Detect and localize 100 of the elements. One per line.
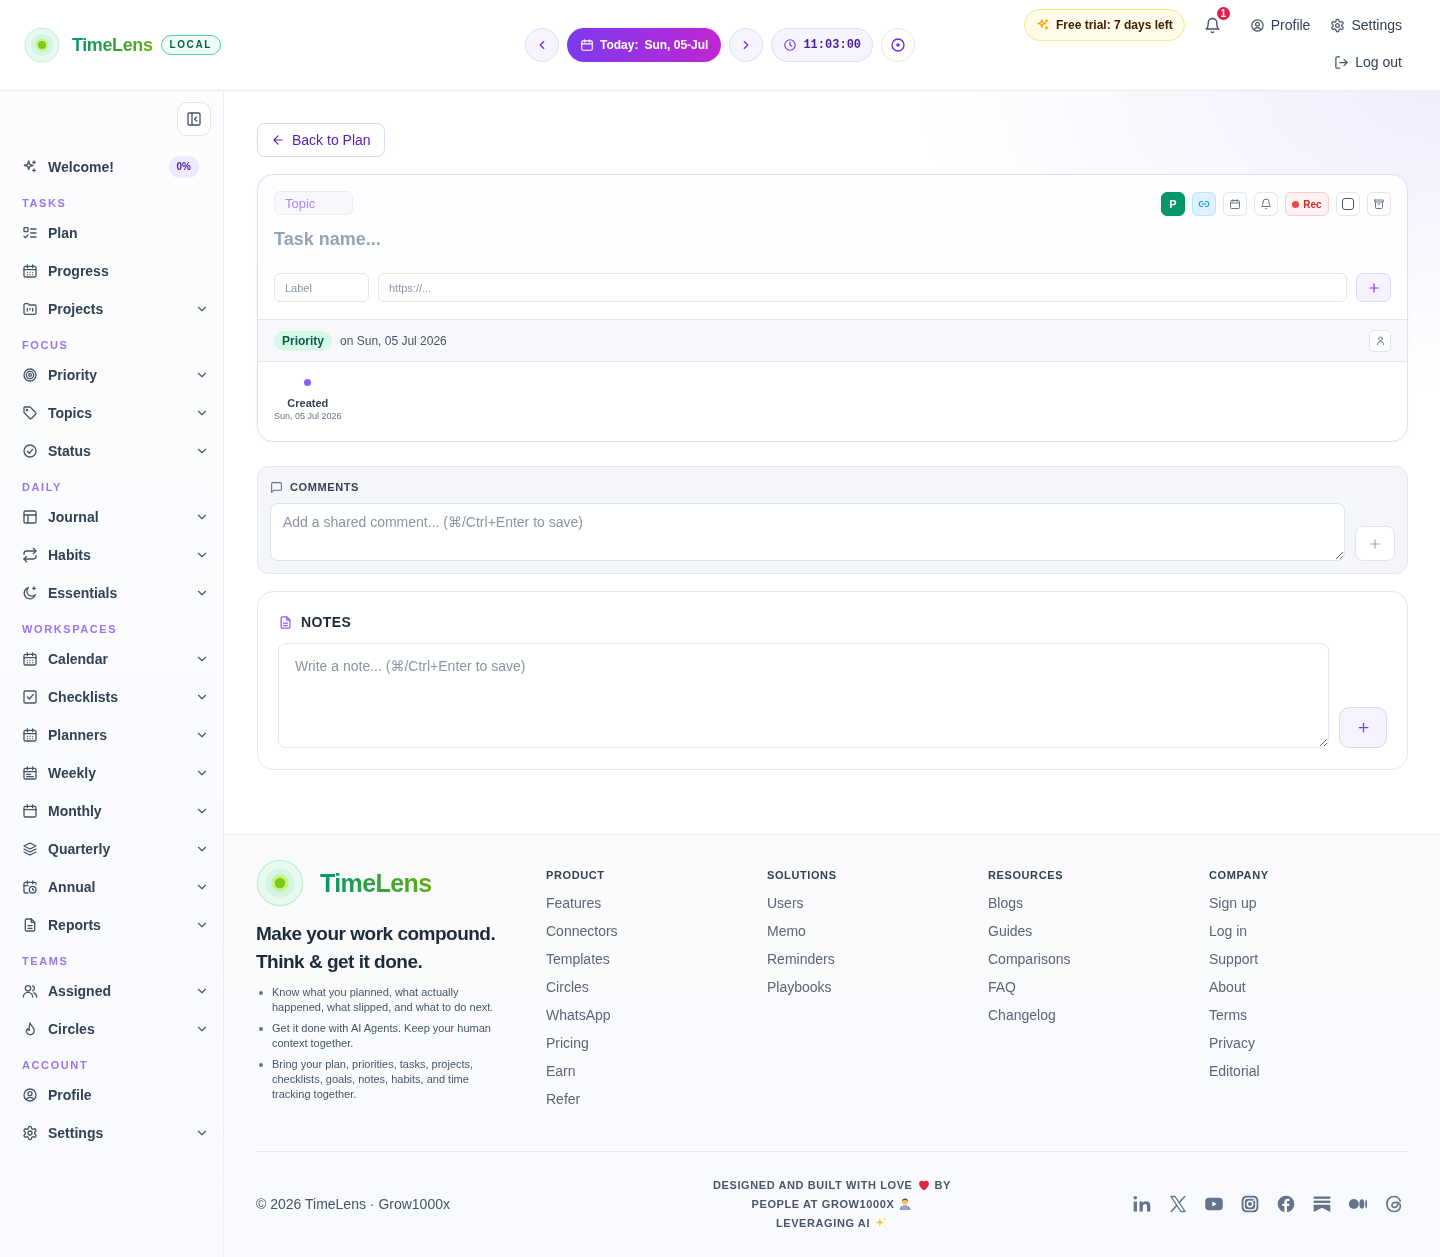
mode-badge: LOCAL	[160, 35, 221, 55]
sidebar-item[interactable]: Topics	[22, 394, 209, 432]
footer-link[interactable]: Connectors	[546, 921, 618, 941]
sidebar-item[interactable]: Quarterly	[22, 830, 209, 868]
footer-link[interactable]: Playbooks	[767, 977, 832, 997]
profile-link[interactable]: Profile	[1246, 13, 1314, 37]
settings-link[interactable]: Settings	[1327, 13, 1405, 37]
sidebar-item[interactable]: Weekly	[22, 754, 209, 792]
tagline: Make your work compound. Think & get it done.	[256, 922, 497, 974]
sidebar-item[interactable]: Projects	[22, 290, 209, 328]
assign-button[interactable]	[1369, 329, 1391, 352]
facebook-icon[interactable]	[1276, 1193, 1296, 1214]
footer-link[interactable]: FAQ	[988, 977, 1016, 997]
footer-link[interactable]: Comparisons	[988, 949, 1071, 969]
task-name-field[interactable]: Task name...	[274, 227, 945, 251]
trial-button[interactable]: Free trial: 7 days left	[1024, 9, 1185, 41]
link-url-field[interactable]: https://...	[378, 273, 1347, 302]
footer-link[interactable]: Privacy	[1209, 1033, 1255, 1053]
footer-link[interactable]: Blogs	[988, 893, 1024, 913]
logout-link[interactable]: Log out	[1331, 50, 1405, 74]
scheduled-date: on Sun, 05 Jul 2026	[340, 333, 447, 348]
back-button[interactable]: Back to Plan	[257, 123, 385, 157]
footer-link[interactable]: WhatsApp	[546, 1005, 611, 1025]
sidebar-item[interactable]: Checklists	[22, 678, 209, 716]
footer-link[interactable]: Changelog	[988, 1005, 1056, 1025]
linkedin-icon[interactable]	[1132, 1193, 1152, 1214]
reminder-button[interactable]	[1254, 192, 1278, 216]
sidebar-item[interactable]: Plan	[22, 214, 209, 252]
sidebar-item[interactable]: Monthly	[22, 792, 209, 830]
date-button[interactable]	[1223, 192, 1247, 216]
timeline-dot-icon	[304, 379, 312, 386]
sidebar-item[interactable]: Status	[22, 432, 209, 470]
bell-icon	[1260, 198, 1272, 210]
today-button[interactable]: Today: Sun, 05-Jul	[566, 28, 722, 62]
sidebar-item[interactable]: Progress	[22, 252, 209, 290]
instagram-icon[interactable]	[1240, 1193, 1260, 1214]
footer-link[interactable]: Features	[546, 893, 602, 913]
progress-badge: 0%	[168, 156, 199, 178]
footer-link[interactable]: Templates	[546, 949, 610, 969]
sidebar-item[interactable]: Priority	[22, 356, 209, 394]
sidebar-item[interactable]: Profile	[22, 1076, 209, 1114]
sidebar-item[interactable]: Planners	[22, 716, 209, 754]
sidebar-item[interactable]: Circles	[22, 1010, 209, 1048]
footer-link[interactable]: Guides	[988, 921, 1033, 941]
calendar-icon	[22, 263, 38, 279]
section-heading: WORKSPACES	[22, 622, 119, 637]
footer-link[interactable]: Sign up	[1209, 893, 1257, 913]
footer-link[interactable]: Reminders	[767, 949, 835, 969]
footer-link[interactable]: Support	[1209, 949, 1259, 969]
calendar-icon	[22, 803, 38, 819]
column-heading: COMPANY	[1209, 868, 1270, 882]
section-heading: DAILY	[22, 480, 63, 495]
focus-button[interactable]	[881, 28, 916, 62]
sidebar-item[interactable]: Calendar	[22, 640, 209, 678]
footer-link[interactable]: About	[1209, 977, 1246, 997]
footer-link[interactable]: Terms	[1209, 1005, 1248, 1025]
collapse-sidebar-button[interactable]	[177, 102, 211, 136]
record-button[interactable]: Rec	[1285, 192, 1329, 216]
sidebar-item[interactable]: Welcome! 0%	[22, 148, 209, 186]
footer-link[interactable]: Users	[767, 893, 804, 913]
note-field[interactable]: Write a note... (⌘/Ctrl+Enter to save)	[278, 643, 1329, 748]
feature-point: Bring your plan, priorities, tasks, projects, checklists, goals, notes, habits, and time tracking together.	[272, 1057, 475, 1102]
feature-point: Know what you planned, what actually happened, what slipped, and what to do next.	[272, 985, 495, 1015]
section-heading: ACCOUNT	[22, 1058, 90, 1073]
clock-button[interactable]: 11:03:00	[771, 28, 874, 62]
footer-link[interactable]: Refer	[546, 1089, 581, 1109]
credit-text: PEOPLE AT GROW1000X	[751, 1197, 895, 1210]
sidebar-item[interactable]: Annual	[22, 868, 209, 906]
logo-icon	[24, 27, 60, 63]
threads-icon[interactable]	[1384, 1193, 1404, 1214]
check-circle-icon	[22, 443, 38, 459]
user-circle-icon	[1249, 17, 1265, 33]
footer-link[interactable]: Circles	[546, 977, 589, 997]
calendar-icon	[22, 765, 38, 781]
comment-icon	[270, 480, 283, 494]
footer-link[interactable]: Memo	[767, 921, 806, 941]
add-link-button[interactable]	[1356, 273, 1391, 302]
sidebar-item[interactable]: Settings	[22, 1114, 209, 1152]
sidebar-item[interactable]: Journal	[22, 498, 209, 536]
archive-button[interactable]	[1367, 192, 1391, 216]
link-button[interactable]	[1192, 192, 1216, 216]
sidebar-item[interactable]: Essentials	[22, 574, 209, 612]
sidebar-item[interactable]: Habits	[22, 536, 209, 574]
sidebar-item[interactable]: Assigned	[22, 972, 209, 1010]
link-label-field[interactable]: Label	[274, 273, 369, 302]
user-icon	[1374, 335, 1386, 346]
clock-icon	[783, 38, 798, 52]
document-icon	[22, 917, 38, 933]
arrow-left-icon	[271, 133, 285, 147]
comment-field[interactable]: Add a shared comment... (⌘/Ctrl+Enter to save)	[270, 503, 1345, 561]
priority-button[interactable]: P	[1161, 192, 1185, 216]
plus-icon	[1355, 720, 1371, 735]
x-icon[interactable]	[1168, 1193, 1188, 1214]
sparkles-icon	[22, 159, 38, 175]
footer-link[interactable]: Log in	[1209, 921, 1248, 941]
footer-link[interactable]: Editorial	[1209, 1061, 1260, 1081]
footer-link[interactable]: Earn	[546, 1061, 576, 1081]
complete-checkbox[interactable]	[1336, 192, 1360, 216]
footer-link[interactable]: Pricing	[546, 1033, 589, 1053]
sidebar-item[interactable]: Reports	[22, 906, 209, 944]
